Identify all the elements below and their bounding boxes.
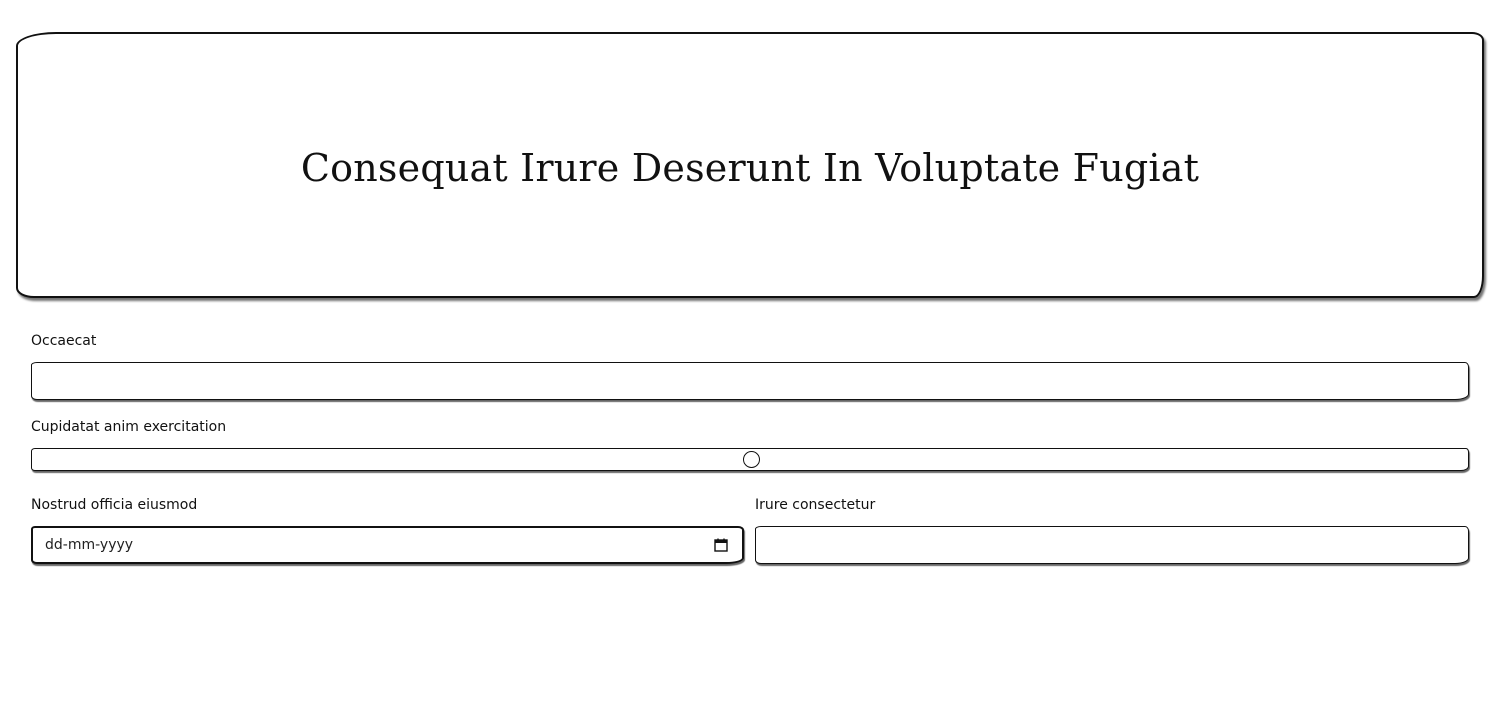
hero-title: Consequat Irure Deserunt In Voluptate Fu… (300, 146, 1200, 190)
date-placeholder: dd-mm-yyyy (45, 537, 134, 553)
page: Consequat Irure Deserunt In Voluptate Fu… (0, 0, 1500, 720)
irure-input[interactable] (755, 526, 1469, 564)
cupidatat-slider[interactable] (31, 448, 1469, 471)
irure-label: Irure consectetur (755, 497, 876, 513)
nostrud-label: Nostrud officia eiusmod (31, 497, 198, 513)
slider-thumb[interactable] (743, 451, 760, 468)
hero-card: Consequat Irure Deserunt In Voluptate Fu… (16, 32, 1484, 298)
cupidatat-label: Cupidatat anim exercitation (31, 419, 227, 435)
occaecat-input[interactable] (31, 362, 1469, 400)
nostrud-date-input[interactable]: dd-mm-yyyy (31, 526, 744, 564)
occaecat-label: Occaecat (31, 333, 97, 349)
calendar-icon[interactable] (714, 538, 728, 552)
